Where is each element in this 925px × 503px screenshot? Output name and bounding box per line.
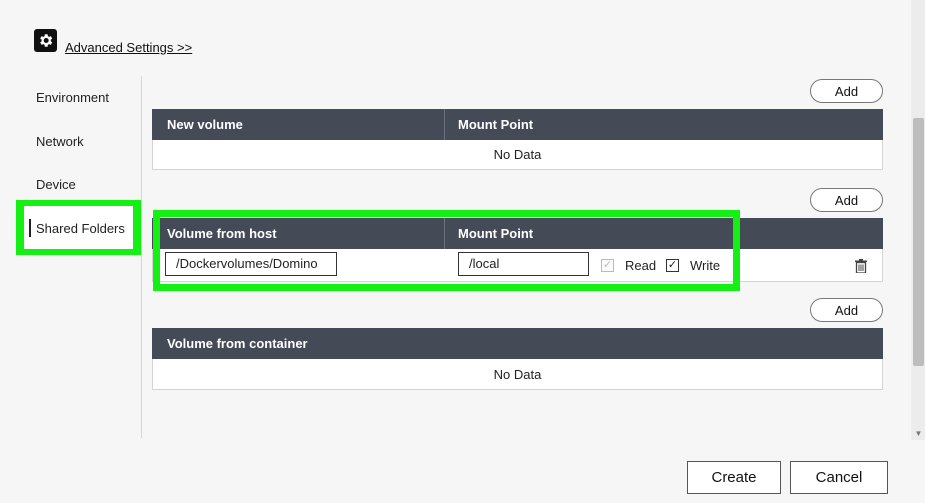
new-volume-table-body: No Data bbox=[152, 140, 883, 170]
container-volume-table-header: Volume from container bbox=[152, 328, 883, 359]
gear-icon bbox=[34, 29, 57, 52]
column-header-mount-point: Mount Point bbox=[458, 117, 534, 132]
column-divider bbox=[444, 109, 445, 140]
add-host-volume-button[interactable]: Add bbox=[810, 188, 883, 212]
host-volume-table-header: Volume from host Mount Point bbox=[152, 218, 883, 249]
empty-state-text: No Data bbox=[493, 147, 542, 162]
sidebar-divider bbox=[141, 76, 142, 438]
trash-icon[interactable] bbox=[855, 259, 867, 274]
add-container-volume-button[interactable]: Add bbox=[810, 298, 883, 322]
selected-indicator bbox=[29, 219, 31, 237]
sidebar-item-network[interactable]: Network bbox=[36, 134, 84, 149]
container-volume-table-body: No Data bbox=[152, 359, 883, 390]
create-button[interactable]: Create bbox=[687, 461, 781, 494]
sidebar-item-label[interactable]: Shared Folders bbox=[36, 221, 125, 236]
scrollbar-thumb[interactable] bbox=[913, 118, 924, 366]
advanced-settings-link[interactable]: Advanced Settings >> bbox=[65, 40, 192, 55]
column-header-volume-from-container: Volume from container bbox=[167, 336, 308, 351]
read-checkbox[interactable]: ✓ bbox=[601, 259, 614, 272]
mount-point-input[interactable]: /local bbox=[458, 252, 589, 276]
sidebar-item-environment[interactable]: Environment bbox=[36, 90, 109, 105]
write-checkbox[interactable]: ✓ bbox=[666, 259, 679, 272]
scroll-down-icon[interactable]: ▼ bbox=[914, 429, 923, 438]
read-label: Read bbox=[625, 258, 657, 273]
column-header-new-volume: New volume bbox=[167, 117, 243, 132]
column-header-volume-from-host: Volume from host bbox=[167, 226, 277, 241]
write-label: Write bbox=[690, 258, 721, 273]
add-new-volume-button[interactable]: Add bbox=[810, 79, 883, 103]
empty-state-text: No Data bbox=[493, 367, 542, 382]
cancel-button[interactable]: Cancel bbox=[790, 461, 888, 494]
sidebar-item-device[interactable]: Device bbox=[36, 177, 76, 192]
column-header-mount-point: Mount Point bbox=[458, 226, 534, 241]
host-path-input[interactable]: /Dockervolumes/Domino bbox=[165, 252, 337, 276]
column-divider bbox=[444, 218, 445, 249]
new-volume-table-header: New volume Mount Point bbox=[152, 109, 883, 140]
